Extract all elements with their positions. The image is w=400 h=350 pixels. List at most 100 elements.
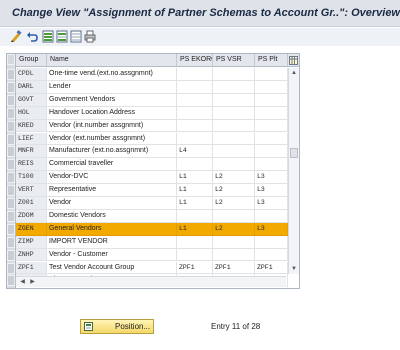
horizontal-scrollbar[interactable]: ◀ ▶ — [16, 276, 286, 287]
cell-ps-ekorg[interactable] — [177, 209, 213, 223]
cell-ps-plt[interactable]: L3 — [255, 197, 288, 210]
cell-ps-plt[interactable] — [255, 248, 288, 262]
column-header-ps-plt[interactable]: PS Plt — [255, 54, 288, 67]
row-selector[interactable] — [7, 120, 15, 132]
row-selector[interactable] — [7, 69, 15, 80]
cell-ps-vsr[interactable]: ZPF1 — [213, 261, 255, 275]
table-row[interactable]: REIS Commercial traveller — [16, 158, 288, 172]
cell-ps-vsr[interactable] — [213, 235, 255, 249]
table-row[interactable]: ZGEN General Vendors L1 L2 L3 — [16, 222, 288, 236]
cell-ps-plt[interactable] — [255, 80, 288, 94]
cell-ps-vsr[interactable] — [213, 119, 255, 133]
column-header-ps-vsr[interactable]: PS VSR — [213, 54, 255, 67]
cell-ps-vsr[interactable]: L2 — [213, 197, 255, 210]
column-header-ps-ekorg[interactable]: PS EKORG — [177, 54, 213, 67]
row-selector[interactable] — [7, 223, 15, 235]
table-row[interactable]: DARL Lender — [16, 80, 288, 94]
cell-ps-plt[interactable] — [255, 145, 288, 159]
cell-ps-ekorg[interactable]: L1 — [177, 197, 213, 210]
table-row[interactable]: T100 Vendor-DVC L1 L2 L3 — [16, 171, 288, 185]
table-row[interactable]: KRED Vendor (int.number assgnmnt) — [16, 119, 288, 133]
vertical-scrollbar[interactable]: ▲ ▼ — [288, 68, 299, 274]
row-selector[interactable] — [7, 81, 15, 93]
cell-ps-ekorg[interactable] — [177, 68, 213, 81]
row-selector[interactable] — [7, 236, 15, 248]
cell-ps-ekorg[interactable]: ZPF1 — [177, 261, 213, 275]
deselect-all-icon[interactable] — [70, 30, 82, 43]
row-selector[interactable] — [7, 172, 15, 184]
position-button[interactable]: Position... — [80, 319, 154, 334]
cell-ps-plt[interactable] — [255, 68, 288, 81]
table-row[interactable]: VERT Representative L1 L2 L3 — [16, 184, 288, 197]
row-selector[interactable] — [7, 210, 15, 222]
cell-ps-vsr[interactable]: L2 — [213, 222, 255, 236]
row-selector[interactable] — [7, 159, 15, 171]
cell-ps-plt[interactable] — [255, 119, 288, 133]
table-row[interactable]: ZPF1 Test Vendor Account Group ZPF1 ZPF1 ZPF… — [16, 261, 288, 275]
column-header-name[interactable]: Name — [47, 54, 177, 67]
row-selector[interactable] — [7, 133, 15, 145]
scroll-left-arrow-icon[interactable]: ◀ — [18, 278, 27, 287]
row-selector[interactable] — [7, 146, 15, 158]
change-display-icon[interactable] — [10, 30, 22, 43]
print-icon[interactable] — [84, 30, 96, 43]
table-row[interactable]: Z001 Vendor L1 L2 L3 — [16, 197, 288, 210]
table-row[interactable]: CPDL One-time vend.(ext.no.assgnmnt) — [16, 68, 288, 81]
row-selector[interactable] — [7, 249, 15, 261]
cell-ps-ekorg[interactable]: L1 — [177, 171, 213, 185]
cell-ps-vsr[interactable] — [213, 248, 255, 262]
cell-ps-plt[interactable]: ZPF1 — [255, 261, 288, 275]
cell-ps-vsr[interactable]: L2 — [213, 171, 255, 185]
row-selector[interactable] — [7, 94, 15, 106]
cell-ps-vsr[interactable] — [213, 93, 255, 107]
cell-ps-plt[interactable] — [255, 106, 288, 120]
table-row[interactable]: ZIMP IMPORT VENDOR — [16, 235, 288, 249]
cell-ps-plt[interactable]: L3 — [255, 222, 288, 236]
cell-ps-vsr[interactable] — [213, 68, 255, 81]
cell-ps-plt[interactable] — [255, 209, 288, 223]
table-row[interactable]: GOVT Government Vendors — [16, 93, 288, 107]
cell-ps-ekorg[interactable] — [177, 80, 213, 94]
row-selector[interactable] — [7, 275, 15, 287]
cell-ps-ekorg[interactable] — [177, 235, 213, 249]
cell-ps-vsr[interactable] — [213, 106, 255, 120]
cell-ps-ekorg[interactable] — [177, 158, 213, 172]
table-settings-button[interactable] — [288, 54, 299, 67]
scroll-right-arrow-icon[interactable]: ▶ — [28, 278, 37, 287]
table-row[interactable]: ZNHP Vendor - Customer — [16, 248, 288, 262]
table-row[interactable]: HOL Handover Location Address — [16, 106, 288, 120]
row-selector[interactable] — [7, 262, 15, 274]
table-row[interactable]: LIEF Vendor (ext.number assgnmnt) — [16, 132, 288, 146]
cell-ps-vsr[interactable] — [213, 209, 255, 223]
cell-ps-ekorg[interactable] — [177, 119, 213, 133]
cell-ps-plt[interactable]: L3 — [255, 184, 288, 197]
cell-ps-vsr[interactable] — [213, 158, 255, 172]
scroll-thumb[interactable] — [290, 148, 298, 158]
cell-ps-ekorg[interactable] — [177, 106, 213, 120]
row-selector[interactable] — [7, 185, 15, 197]
column-header-group[interactable]: Group — [16, 54, 47, 67]
cell-ps-ekorg[interactable] — [177, 132, 213, 146]
cell-ps-vsr[interactable]: L2 — [213, 184, 255, 197]
cell-ps-ekorg[interactable] — [177, 248, 213, 262]
scroll-down-arrow-icon[interactable]: ▼ — [290, 265, 298, 273]
row-selector[interactable] — [7, 198, 15, 209]
cell-ps-plt[interactable] — [255, 93, 288, 107]
cell-ps-vsr[interactable] — [213, 80, 255, 94]
table-row[interactable]: ZDOM Domestic Vendors — [16, 209, 288, 223]
cell-ps-plt[interactable] — [255, 235, 288, 249]
cell-ps-ekorg[interactable]: L1 — [177, 184, 213, 197]
cell-ps-plt[interactable] — [255, 158, 288, 172]
select-all-cell[interactable] — [7, 54, 15, 65]
cell-ps-plt[interactable]: L3 — [255, 171, 288, 185]
cell-ps-ekorg[interactable]: L1 — [177, 222, 213, 236]
cell-ps-vsr[interactable] — [213, 132, 255, 146]
select-all-icon[interactable] — [42, 30, 54, 43]
undo-icon[interactable] — [26, 30, 38, 43]
cell-ps-ekorg[interactable] — [177, 93, 213, 107]
scroll-up-arrow-icon[interactable]: ▲ — [290, 69, 298, 77]
cell-ps-vsr[interactable] — [213, 145, 255, 159]
cell-ps-ekorg[interactable]: L4 — [177, 145, 213, 159]
select-block-icon[interactable] — [56, 30, 68, 43]
cell-ps-plt[interactable] — [255, 132, 288, 146]
